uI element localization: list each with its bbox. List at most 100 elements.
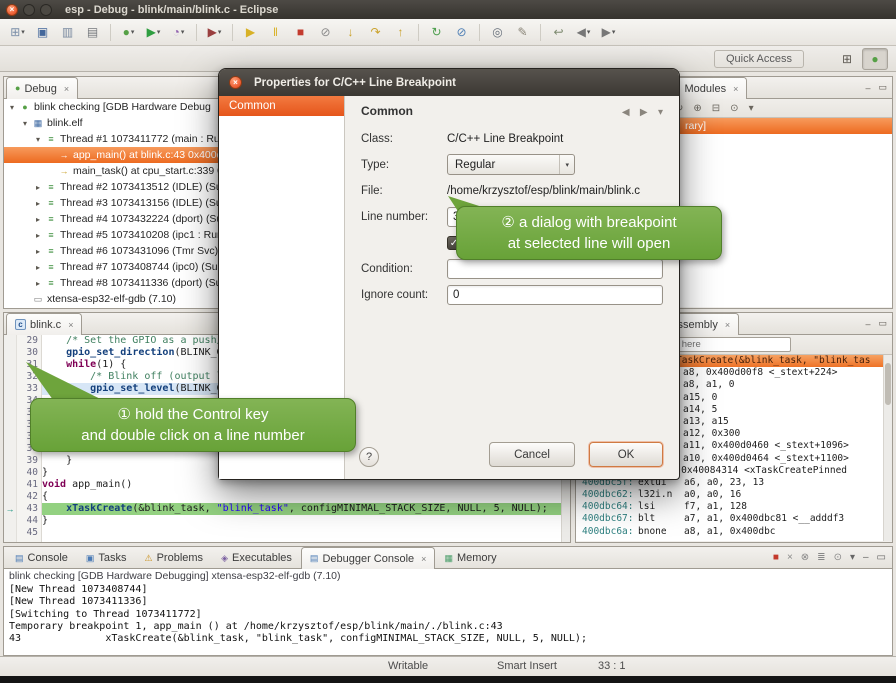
remove-launch-icon[interactable]: ×: [787, 552, 793, 563]
save-icon[interactable]: ▣: [31, 22, 54, 43]
line-number[interactable]: 44: [17, 515, 41, 527]
tree-expander-icon[interactable]: ▸: [32, 263, 44, 272]
code-line-45[interactable]: [42, 527, 570, 539]
profile-icon[interactable]: ◔▾: [167, 22, 190, 43]
resume-icon[interactable]: ▶: [239, 22, 262, 43]
type-select[interactable]: Regular ▾: [447, 154, 575, 175]
tree-expander-icon[interactable]: ▸: [32, 199, 44, 208]
annotation-icon[interactable]: ✎: [511, 22, 534, 43]
minimize-view-icon[interactable]: –: [865, 83, 870, 93]
maximize-view-icon[interactable]: ▭: [878, 82, 887, 93]
tab-debugger-console[interactable]: ▤Debugger Console×: [301, 547, 436, 569]
line-number[interactable]: 29: [17, 335, 41, 347]
line-number[interactable]: 41: [17, 479, 41, 491]
collapse-all-icon[interactable]: ⊟: [712, 103, 720, 114]
status-insert-mode[interactable]: Smart Insert: [497, 660, 557, 672]
tree-expander-icon[interactable]: ▸: [32, 279, 44, 288]
scroll-lock-icon[interactable]: ≣: [817, 552, 825, 563]
line-number[interactable]: 33: [17, 383, 41, 395]
search-icon[interactable]: ◎: [486, 22, 509, 43]
tab-blink-c[interactable]: c blink.c ×: [6, 313, 82, 335]
disconnect-icon[interactable]: ⊘: [314, 22, 337, 43]
tab-close-icon[interactable]: ×: [725, 320, 730, 330]
back-icon[interactable]: ◀▾: [572, 22, 595, 43]
step-over-icon[interactable]: ↷: [364, 22, 387, 43]
tree-expander-icon[interactable]: ▸: [32, 247, 44, 256]
window-minimize-button[interactable]: [23, 4, 35, 16]
tree-expander-icon[interactable]: ▾: [32, 135, 44, 144]
step-into-icon[interactable]: ↓: [339, 22, 362, 43]
tab-executables[interactable]: ◈Executables: [212, 547, 301, 568]
condition-input[interactable]: [447, 259, 663, 279]
pin-console-icon[interactable]: ⊙: [834, 552, 842, 563]
step-return-icon[interactable]: ↑: [389, 22, 412, 43]
external-tools-icon[interactable]: ▶▾: [203, 22, 226, 43]
nav-item-common[interactable]: Common: [219, 96, 344, 116]
disassembly-row[interactable]: 400dbc67:blta7, a1, 0x400dbc81 <__adddf3: [576, 513, 892, 525]
tab-close-icon[interactable]: ×: [64, 84, 69, 94]
dialog-titlebar[interactable]: × Properties for C/C++ Line Breakpoint: [219, 69, 679, 96]
back-arrow-icon[interactable]: ◀: [622, 107, 630, 118]
scrollbar-thumb[interactable]: [885, 363, 891, 405]
tab-close-icon[interactable]: ×: [68, 320, 73, 330]
disassembly-row[interactable]: 400dbc6a:bnonea8, a1, 0x400dbc: [576, 526, 892, 538]
help-button[interactable]: ?: [359, 447, 379, 467]
tree-expander-icon[interactable]: ▸: [32, 183, 44, 192]
ok-button[interactable]: OK: [589, 442, 663, 467]
forward-arrow-icon[interactable]: ▶: [640, 107, 648, 118]
terminate-icon[interactable]: ■: [289, 22, 312, 43]
disassembly-row[interactable]: 400dbc64:lsif7, a1, 128: [576, 501, 892, 513]
tab-tasks[interactable]: ▣Tasks: [77, 547, 136, 568]
line-number[interactable]: 30: [17, 347, 41, 359]
suspend-icon[interactable]: ‖: [264, 22, 287, 43]
dialog-close-button[interactable]: ×: [229, 76, 242, 89]
tab-problems[interactable]: ⚠Problems: [136, 547, 213, 568]
forward-icon[interactable]: ▶▾: [597, 22, 620, 43]
quick-access-button[interactable]: Quick Access: [714, 50, 804, 68]
tab-console[interactable]: ▤Console: [6, 547, 77, 568]
tab-memory[interactable]: ▦Memory: [435, 547, 505, 568]
save-all-icon[interactable]: ▥: [56, 22, 79, 43]
pin-icon[interactable]: ⊙: [730, 103, 738, 114]
terminate-console-icon[interactable]: ■: [773, 552, 779, 563]
window-close-button[interactable]: ×: [6, 4, 18, 16]
print-icon[interactable]: ▤: [81, 22, 104, 43]
view-menu-icon[interactable]: ▾: [658, 107, 663, 118]
line-number[interactable]: 45: [17, 527, 41, 539]
clear-console-icon[interactable]: ⊗: [801, 552, 809, 563]
line-number[interactable]: 42: [17, 491, 41, 503]
window-maximize-button[interactable]: [40, 4, 52, 16]
debug-icon[interactable]: ●▾: [117, 22, 140, 43]
debug-perspective-icon[interactable]: ●: [862, 48, 888, 70]
tree-expander-icon[interactable]: ▸: [32, 215, 44, 224]
maximize-view-icon[interactable]: ▭: [878, 318, 887, 329]
tab-close-icon[interactable]: ×: [733, 84, 738, 94]
cancel-button[interactable]: Cancel: [489, 442, 575, 467]
code-line-42[interactable]: {: [42, 491, 570, 503]
view-menu-icon[interactable]: ▾: [749, 103, 754, 114]
tree-expander-icon[interactable]: ▾: [6, 103, 18, 112]
ignore-count-input[interactable]: [447, 285, 663, 305]
disassembly-scrollbar[interactable]: [883, 355, 892, 541]
new-icon[interactable]: ⊞▾: [6, 22, 29, 43]
minimize-view-icon[interactable]: –: [863, 552, 869, 563]
tree-expander-icon[interactable]: ▾: [19, 119, 31, 128]
code-line-43[interactable]: xTaskCreate(&blink_task, "blink_task", c…: [42, 503, 570, 515]
code-line-44[interactable]: }: [42, 515, 570, 527]
tab-debug[interactable]: ● Debug ×: [6, 77, 78, 99]
minimize-view-icon[interactable]: –: [865, 319, 870, 329]
restart-icon[interactable]: ↻: [425, 22, 448, 43]
disassembly-row[interactable]: 400dbc62:l32i.na0, a0, 16: [576, 489, 892, 501]
line-number[interactable]: 39: [17, 455, 41, 467]
line-number[interactable]: 43: [17, 503, 41, 515]
module-row-selected[interactable]: rary]: [661, 118, 892, 134]
load-symbols-icon[interactable]: ⊕: [693, 103, 701, 114]
last-edit-location-icon[interactable]: ↩: [547, 22, 570, 43]
open-perspective-icon[interactable]: ⊞: [834, 48, 860, 70]
skip-breakpoints-icon[interactable]: ⊘: [450, 22, 473, 43]
line-number[interactable]: 40: [17, 467, 41, 479]
tab-close-icon[interactable]: ×: [421, 554, 426, 564]
maximize-view-icon[interactable]: ▭: [877, 552, 886, 563]
run-icon[interactable]: ▶▾: [142, 22, 165, 43]
tree-expander-icon[interactable]: ▸: [32, 231, 44, 240]
